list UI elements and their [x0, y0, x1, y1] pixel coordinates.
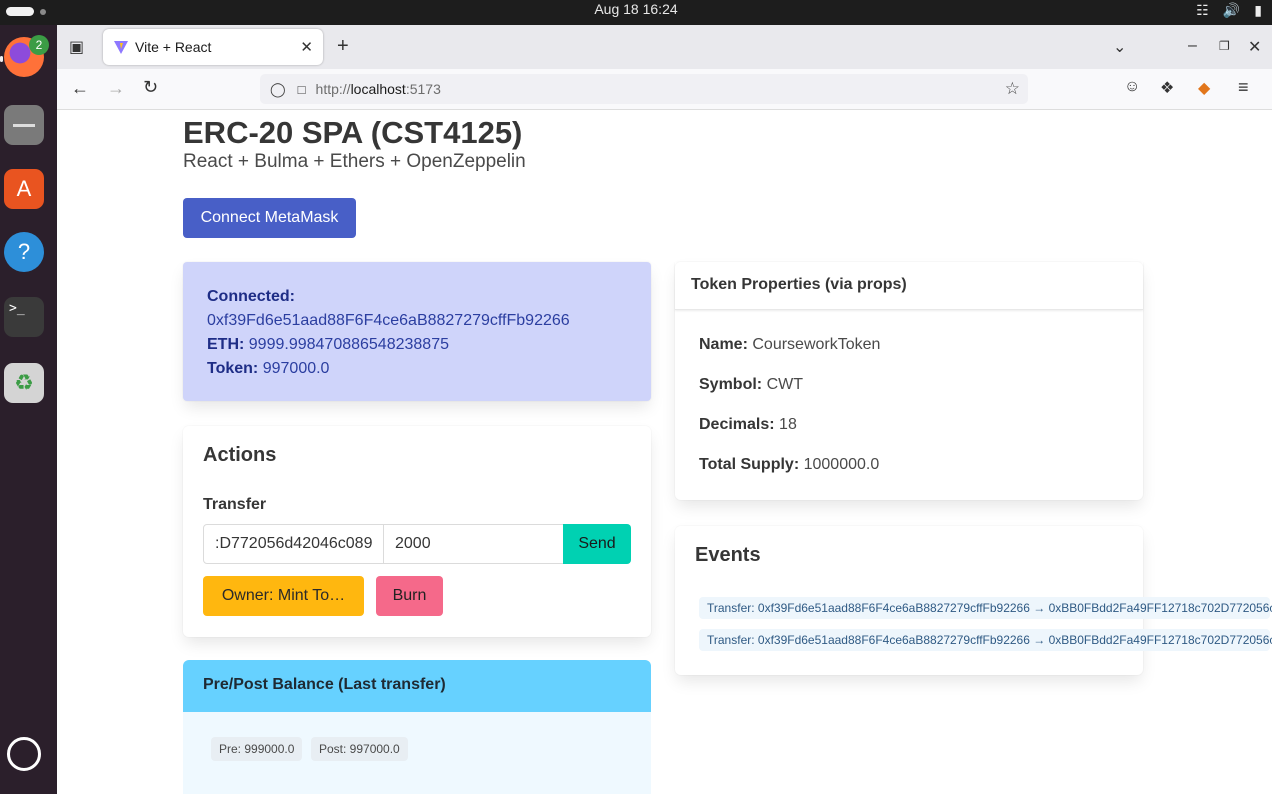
ubuntu-icon[interactable]: [7, 737, 41, 771]
symbol-value: CWT: [766, 376, 804, 393]
terminal-icon[interactable]: >_: [4, 297, 44, 337]
vite-icon: [114, 41, 128, 54]
url-protocol: http://: [315, 81, 351, 97]
menu-icon[interactable]: ≡: [1238, 77, 1249, 98]
page-info-icon[interactable]: □: [298, 82, 306, 97]
decimals-label: Decimals:: [699, 416, 775, 433]
tab-title: Vite + React: [135, 39, 212, 55]
mint-button[interactable]: Owner: Mint To…: [203, 576, 364, 616]
connection-notification: Connected: 0xf39Fd6e51aad88F6F4ce6aB8827…: [183, 262, 651, 401]
eth-label: ETH:: [207, 336, 245, 353]
system-top-bar: Aug 18 16:24 ☷ 🔊 ▮: [0, 0, 1272, 25]
send-button[interactable]: Send: [563, 524, 631, 564]
prepost-balance-card: Pre/Post Balance (Last transfer) Pre: 99…: [183, 660, 651, 794]
connected-label: Connected:: [207, 288, 295, 305]
dock: 2 A ? >_ ♻: [0, 25, 57, 794]
connected-address: 0xf39Fd6e51aad88F6F4ce6aB8827279cffFb922…: [207, 312, 570, 329]
pre-balance-tag: Pre: 999000.0: [211, 737, 303, 761]
post-balance-tag: Post: 997000.0: [311, 737, 408, 761]
list-tabs-icon[interactable]: ⌄: [1113, 37, 1126, 57]
restore-icon[interactable]: ❐: [1219, 39, 1230, 53]
name-label: Name:: [699, 336, 748, 353]
forward-icon[interactable]: →: [107, 78, 125, 99]
amount-input[interactable]: 2000: [383, 524, 564, 564]
page-content: ERC-20 SPA (CST4125) React + Bulma + Eth…: [57, 111, 1272, 794]
minimize-icon[interactable]: –: [1188, 37, 1197, 55]
token-label: Token:: [207, 360, 259, 377]
tab-vite-react[interactable]: Vite + React ✕: [103, 29, 323, 65]
token-name-row: Name: CourseworkToken: [699, 336, 880, 354]
account-icon[interactable]: ☺: [1124, 78, 1140, 96]
close-tab-icon[interactable]: ✕: [300, 38, 313, 56]
app-center-icon[interactable]: A: [4, 169, 44, 209]
new-tab-icon[interactable]: +: [337, 35, 349, 58]
burn-button[interactable]: Burn: [376, 576, 443, 616]
metamask-icon[interactable]: ◆: [1198, 78, 1210, 98]
token-properties-title: Token Properties (via props): [675, 262, 1143, 310]
window-close-icon[interactable]: ✕: [1248, 37, 1261, 57]
trash-icon[interactable]: ♻: [4, 363, 44, 403]
url-bar[interactable]: ◯ □ http://localhost:5173 ☆: [260, 74, 1028, 104]
back-icon[interactable]: ←: [71, 78, 89, 99]
transfer-label: Transfer: [203, 496, 267, 513]
battery-icon[interactable]: ▮: [1254, 2, 1262, 19]
network-icon[interactable]: ☷: [1196, 2, 1209, 19]
url-host: localhost: [350, 81, 406, 97]
event-item: Transfer: 0xf39Fd6e51aad88F6F4ce6aB88272…: [699, 597, 1272, 619]
active-indicator: [0, 56, 3, 62]
volume-icon[interactable]: 🔊: [1223, 2, 1240, 19]
symbol-label: Symbol:: [699, 376, 763, 393]
connect-metamask-button[interactable]: Connect MetaMask: [183, 198, 356, 238]
help-icon[interactable]: ?: [4, 232, 44, 272]
recipient-input[interactable]: :D772056d42046c089: [203, 524, 384, 564]
token-symbol-row: Symbol: CWT: [699, 376, 803, 394]
navigation-bar: ← → ↻ ◯ □ http://localhost:5173 ☆ ☺ ❖ ◆ …: [57, 69, 1272, 110]
reload-icon[interactable]: ↻: [143, 77, 158, 98]
actions-card: Actions Transfer :D772056d42046c089 2000…: [183, 426, 651, 637]
url-port: :5173: [405, 81, 441, 97]
supply-value: 1000000.0: [803, 456, 880, 473]
name-value: CourseworkToken: [752, 336, 881, 353]
clock[interactable]: Aug 18 16:24: [0, 1, 1272, 17]
token-decimals-row: Decimals: 18: [699, 416, 797, 434]
page-subtitle: React + Bulma + Ethers + OpenZeppelin: [183, 151, 526, 172]
tab-overview-icon[interactable]: ▣: [69, 37, 84, 57]
event-item: Transfer: 0xf39Fd6e51aad88F6F4ce6aB88272…: [699, 629, 1272, 651]
events-title: Events: [695, 544, 761, 566]
browser-window: ▣ Vite + React ✕ + ⌄ – ❐ ✕ ← → ↻ ◯ □ htt…: [57, 25, 1272, 794]
bookmark-star-icon[interactable]: ☆: [1005, 79, 1020, 99]
extensions-icon[interactable]: ❖: [1160, 78, 1174, 98]
token-supply-row: Total Supply: 1000000.0: [699, 456, 879, 474]
prepost-title: Pre/Post Balance (Last transfer): [183, 660, 651, 712]
actions-title: Actions: [203, 444, 277, 466]
shield-icon[interactable]: ◯: [270, 81, 286, 98]
token-properties-card: Token Properties (via props) Name: Cours…: [675, 262, 1143, 500]
tab-bar: ▣ Vite + React ✕ + ⌄ – ❐ ✕: [57, 25, 1272, 69]
page-title: ERC-20 SPA (CST4125): [183, 115, 523, 150]
token-balance: 997000.0: [262, 360, 330, 377]
notification-badge: 2: [29, 35, 49, 55]
decimals-value: 18: [779, 416, 797, 433]
supply-label: Total Supply:: [699, 456, 800, 473]
events-card: Events Transfer: 0xf39Fd6e51aad88F6F4ce6…: [675, 526, 1272, 675]
files-icon[interactable]: [4, 105, 44, 145]
eth-balance: 9999.998470886548238875: [248, 336, 449, 353]
system-tray[interactable]: ☷ 🔊 ▮: [1196, 2, 1262, 19]
